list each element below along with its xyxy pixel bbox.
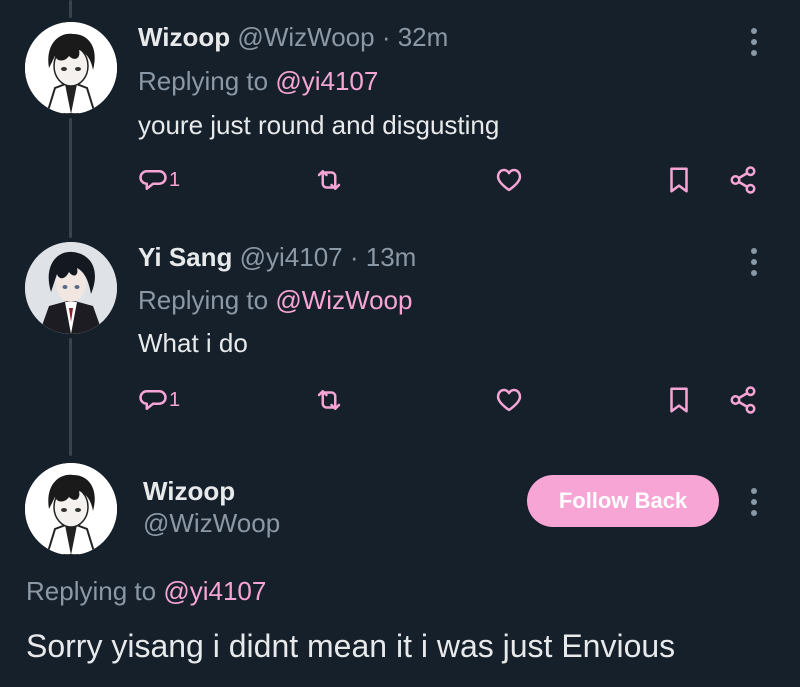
- retweet-icon: [317, 390, 341, 410]
- tweet-text: youre just round and disgusting: [138, 110, 500, 140]
- replying-to-label: Replying to: [26, 576, 157, 606]
- reply-count: 1: [169, 168, 181, 191]
- bookmark-button[interactable]: [664, 382, 694, 418]
- more-options-button[interactable]: [744, 24, 764, 60]
- display-name[interactable]: Yi Sang: [138, 242, 232, 272]
- bookmark-icon: [670, 167, 688, 193]
- user-handle[interactable]: @WizWoop: [237, 22, 374, 52]
- more-icon: [751, 248, 757, 254]
- reply-button[interactable]: 1: [138, 382, 180, 418]
- more-options-button[interactable]: [744, 484, 764, 520]
- share-icon: [730, 166, 756, 194]
- like-button[interactable]: [494, 382, 524, 418]
- like-button[interactable]: [494, 162, 524, 198]
- avatar[interactable]: [25, 242, 117, 334]
- replying-to: Replying to @yi4107: [138, 66, 378, 97]
- tweet-text: What i do: [138, 328, 248, 358]
- replying-to: Replying to @WizWoop: [138, 285, 412, 316]
- thread-line-top: [69, 0, 72, 18]
- share-button[interactable]: [728, 382, 758, 418]
- reply-icon: [139, 390, 167, 410]
- avatar-wizoop-icon: [25, 463, 117, 555]
- tweet-header: Yi Sang @yi4107 · 13m: [138, 242, 416, 273]
- retweet-icon: [317, 170, 341, 190]
- replying-to-handle[interactable]: @WizWoop: [275, 285, 412, 315]
- like-icon: [496, 168, 522, 192]
- more-icon: [751, 488, 757, 494]
- retweet-button[interactable]: [314, 382, 344, 418]
- more-icon: [751, 28, 757, 34]
- reply-button[interactable]: 1: [138, 162, 180, 198]
- timestamp[interactable]: · 32m: [382, 22, 448, 52]
- avatar-yisang-icon: [25, 242, 117, 334]
- share-icon: [730, 386, 756, 414]
- avatar-wizoop-icon: [25, 22, 117, 114]
- user-handle[interactable]: @WizWoop: [143, 508, 280, 539]
- thread-line-2: [69, 338, 72, 456]
- bookmark-button[interactable]: [664, 162, 694, 198]
- share-button[interactable]: [728, 162, 758, 198]
- more-options-button[interactable]: [744, 244, 764, 280]
- replying-to-label: Replying to: [138, 66, 269, 96]
- action-bar: 1: [138, 162, 768, 198]
- thread-line-1: [69, 118, 72, 238]
- replying-to-label: Replying to: [138, 285, 269, 315]
- display-name[interactable]: Wizoop: [138, 22, 230, 52]
- action-bar: 1: [138, 382, 768, 418]
- replying-to: Replying to @yi4107: [26, 576, 266, 607]
- replying-to-handle[interactable]: @yi4107: [163, 576, 266, 606]
- tweet-text: Sorry yisang i didnt mean it i was just …: [26, 628, 676, 664]
- reply-count: 1: [169, 388, 181, 411]
- tweet-header: Wizoop @WizWoop · 32m: [138, 22, 448, 53]
- retweet-button[interactable]: [314, 162, 344, 198]
- replying-to-handle[interactable]: @yi4107: [275, 66, 378, 96]
- display-name[interactable]: Wizoop: [143, 476, 235, 507]
- user-handle[interactable]: @yi4107: [240, 242, 343, 272]
- like-icon: [496, 388, 522, 412]
- avatar[interactable]: [25, 463, 117, 555]
- follow-back-button[interactable]: Follow Back: [527, 475, 719, 527]
- avatar[interactable]: [25, 22, 117, 114]
- reply-icon: [139, 170, 167, 190]
- bookmark-icon: [670, 387, 688, 413]
- timestamp[interactable]: · 13m: [350, 242, 416, 272]
